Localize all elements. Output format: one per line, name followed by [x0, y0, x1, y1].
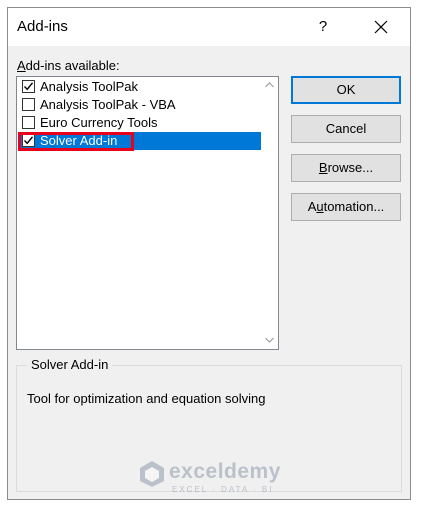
- list-item-label: Analysis ToolPak - VBA: [40, 97, 176, 112]
- label-text: dd-ins available:: [25, 58, 120, 73]
- close-button[interactable]: [366, 12, 396, 42]
- list-item-label: Euro Currency Tools: [40, 115, 158, 130]
- euro-currency-tools-checkbox[interactable]: [22, 116, 35, 129]
- watermark-name: exceldemy: [169, 460, 281, 483]
- watermark-tagline: EXCEL · DATA · BI: [172, 485, 274, 494]
- list-item-solver-addin[interactable]: Solver Add-in: [18, 132, 263, 150]
- scroll-up-button[interactable]: [261, 77, 278, 94]
- title-bar: Add-ins ?: [8, 8, 410, 46]
- browse-button[interactable]: Browse...: [291, 154, 401, 182]
- addins-listbox[interactable]: Analysis ToolPak Analysis ToolPak - VBA …: [16, 76, 279, 350]
- add-ins-dialog: Add-ins ? Add-ins available: Analysis To…: [7, 7, 411, 500]
- scroll-down-button[interactable]: [261, 332, 278, 349]
- analysis-toolpak-checkbox[interactable]: [22, 80, 35, 93]
- ok-button[interactable]: OK: [291, 76, 401, 104]
- list-item-analysis-toolpak[interactable]: Analysis ToolPak: [18, 78, 263, 96]
- description-text: Tool for optimization and equation solvi…: [27, 391, 266, 406]
- list-scrollbar[interactable]: [261, 77, 278, 349]
- cancel-button[interactable]: Cancel: [291, 115, 401, 143]
- list-item-label: Solver Add-in: [40, 133, 118, 148]
- list-item-analysis-toolpak-vba[interactable]: Analysis ToolPak - VBA: [18, 96, 263, 114]
- automation-mnemonic: u: [316, 199, 324, 214]
- chevron-down-icon: [265, 337, 274, 343]
- description-title: Solver Add-in: [27, 357, 113, 372]
- list-item-label: Analysis ToolPak: [40, 79, 139, 94]
- checkmark-icon: [23, 136, 34, 145]
- automation-button[interactable]: Automation...: [291, 193, 401, 221]
- close-icon: [374, 20, 388, 34]
- chevron-up-icon: [265, 82, 274, 88]
- solver-addin-checkbox[interactable]: [22, 134, 35, 147]
- help-button[interactable]: ?: [308, 12, 338, 42]
- browse-mnemonic: B: [318, 160, 328, 175]
- analysis-toolpak-vba-checkbox[interactable]: [22, 98, 35, 111]
- addins-available-label: Add-ins available:: [17, 58, 120, 73]
- list-item-euro-currency-tools[interactable]: Euro Currency Tools: [18, 114, 263, 132]
- exceldemy-logo-icon: [140, 461, 164, 487]
- checkmark-icon: [23, 82, 34, 91]
- browse-text: rowse...: [327, 160, 374, 175]
- label-mnemonic: A: [17, 58, 26, 73]
- automation-text-end: tomation...: [323, 199, 385, 214]
- dialog-title: Add-ins: [17, 18, 68, 35]
